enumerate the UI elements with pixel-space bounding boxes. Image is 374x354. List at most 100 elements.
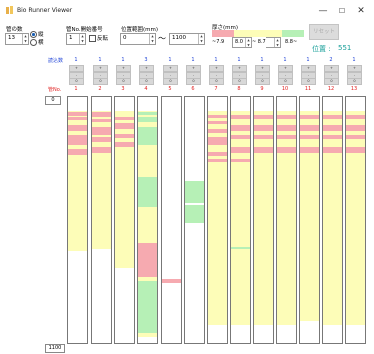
tube-1[interactable] — [67, 96, 88, 344]
zero-button-12[interactable]: 0 — [324, 78, 339, 85]
thickness-high: 8.8~ — [285, 39, 298, 45]
plus-button-4[interactable]: + — [139, 65, 154, 72]
maximize-button[interactable]: ☐ — [333, 4, 351, 18]
tube-10[interactable] — [276, 96, 297, 344]
zero-button-13[interactable]: 0 — [347, 78, 362, 85]
plus-button-8[interactable]: + — [232, 65, 247, 72]
tube-segment — [208, 137, 227, 145]
orient-horizontal-radio[interactable] — [30, 39, 37, 46]
thickness-low: ~7.9 — [212, 39, 225, 45]
tube-segment — [254, 111, 273, 325]
tube-number-2: 2 — [98, 86, 102, 92]
tube-segment — [138, 281, 157, 333]
reverse-checkbox[interactable] — [89, 35, 96, 42]
tube-7[interactable] — [207, 96, 228, 344]
tube-number-4: 4 — [144, 86, 148, 92]
zero-button-7[interactable]: 0 — [209, 78, 224, 85]
window-title: Bio Runner Viewer — [17, 7, 73, 14]
tube-13[interactable] — [345, 96, 366, 344]
read-count-5: 1 — [168, 57, 172, 63]
spinner-arrows-icon[interactable]: ▲ ▼ — [22, 34, 28, 44]
plus-button-2[interactable]: + — [93, 65, 108, 72]
spinner-arrows-icon[interactable]: ▲ ▼ — [245, 38, 251, 47]
spinner-arrows-icon[interactable]: ▲ ▼ — [149, 34, 155, 44]
tube-segment — [208, 129, 227, 133]
tube-segment — [346, 147, 365, 153]
plus-button-11[interactable]: + — [301, 65, 316, 72]
tube-segment — [92, 119, 111, 122]
zero-button-5[interactable]: 0 — [163, 78, 178, 85]
read-count-3: 1 — [121, 57, 125, 63]
tube-segment — [138, 112, 157, 115]
thickness-range: ~ 8.7 — [252, 39, 266, 45]
thickness-green-swatch — [282, 30, 304, 37]
spinner-arrows-icon[interactable]: ▲ ▼ — [198, 34, 204, 44]
plus-button-7[interactable]: + — [209, 65, 224, 72]
start-no-label: 管No.開始番号 — [66, 27, 103, 33]
tube-9[interactable] — [253, 96, 274, 344]
spinner-arrows-icon[interactable]: ▲ ▼ — [79, 34, 85, 44]
read-count-2: 1 — [98, 57, 102, 63]
zero-button-9[interactable]: 0 — [255, 78, 270, 85]
plus-button-12[interactable]: + — [324, 65, 339, 72]
tube-segment — [346, 125, 365, 131]
tube-segment — [185, 181, 204, 203]
tube-segment — [346, 111, 365, 325]
tube-segment — [138, 177, 157, 207]
start-no-spinner[interactable]: 1 ▲ ▼ — [66, 33, 86, 45]
orient-vertical-radio[interactable] — [30, 31, 37, 38]
zero-button-8[interactable]: 0 — [232, 78, 247, 85]
tube-segment — [277, 135, 296, 139]
zero-button-1[interactable]: 0 — [69, 78, 84, 85]
tube-3[interactable] — [114, 96, 135, 344]
minimize-button[interactable]: — — [314, 4, 332, 18]
read-count-7: 1 — [214, 57, 218, 63]
orient-vertical-label: 縦 — [38, 32, 44, 38]
tube-segment — [138, 243, 157, 277]
tube-segment — [68, 149, 87, 155]
plus-button-5[interactable]: + — [163, 65, 178, 72]
reset-button[interactable]: リセット — [309, 24, 339, 40]
tube-count-spinner[interactable]: 13 ▲ ▼ — [5, 33, 29, 45]
plus-button-9[interactable]: + — [255, 65, 270, 72]
tube-count-label: 管の数 — [6, 27, 23, 33]
position-label: 位置 : — [312, 45, 331, 53]
plus-button-6[interactable]: + — [186, 65, 201, 72]
plus-button-3[interactable]: + — [116, 65, 131, 72]
thickness-min-spinner[interactable]: 8.0 ▲ ▼ — [232, 37, 252, 48]
plus-button-1[interactable]: + — [69, 65, 84, 72]
zero-button-6[interactable]: 0 — [186, 78, 201, 85]
spinner-arrows-icon[interactable]: ▲ ▼ — [274, 38, 280, 47]
tube-segment — [231, 111, 250, 325]
tube-8[interactable] — [230, 96, 251, 344]
tube-segment — [231, 147, 250, 153]
tube-5[interactable] — [161, 96, 182, 344]
tube-segment — [300, 111, 319, 321]
tube-segment — [115, 134, 134, 138]
plus-button-10[interactable]: + — [278, 65, 293, 72]
tube-number-3: 3 — [121, 86, 125, 92]
tube-11[interactable] — [299, 96, 320, 344]
tube-segment — [231, 125, 250, 131]
plus-button-13[interactable]: + — [347, 65, 362, 72]
range-to-spinner[interactable]: 1100 ▲ ▼ — [169, 33, 205, 45]
tube-segment — [231, 135, 250, 139]
tube-4[interactable] — [137, 96, 158, 344]
tube-segment — [208, 115, 227, 118]
tube-2[interactable] — [91, 96, 112, 344]
thickness-max-spinner[interactable]: ▲ ▼ — [266, 37, 281, 48]
tube-number-1: 1 — [74, 86, 78, 92]
tube-segment — [254, 147, 273, 153]
tube-segment — [92, 137, 111, 142]
tube-segment — [323, 111, 342, 325]
zero-button-10[interactable]: 0 — [278, 78, 293, 85]
tube-6[interactable] — [184, 96, 205, 344]
close-button[interactable]: ✕ — [352, 4, 370, 18]
zero-button-4[interactable]: 0 — [139, 78, 154, 85]
range-from-spinner[interactable]: 0 ▲ ▼ — [120, 33, 156, 45]
tube-12[interactable] — [322, 96, 343, 344]
zero-button-11[interactable]: 0 — [301, 78, 316, 85]
zero-button-3[interactable]: 0 — [116, 78, 131, 85]
zero-button-2[interactable]: 0 — [93, 78, 108, 85]
tube-number-11: 11 — [304, 86, 312, 92]
